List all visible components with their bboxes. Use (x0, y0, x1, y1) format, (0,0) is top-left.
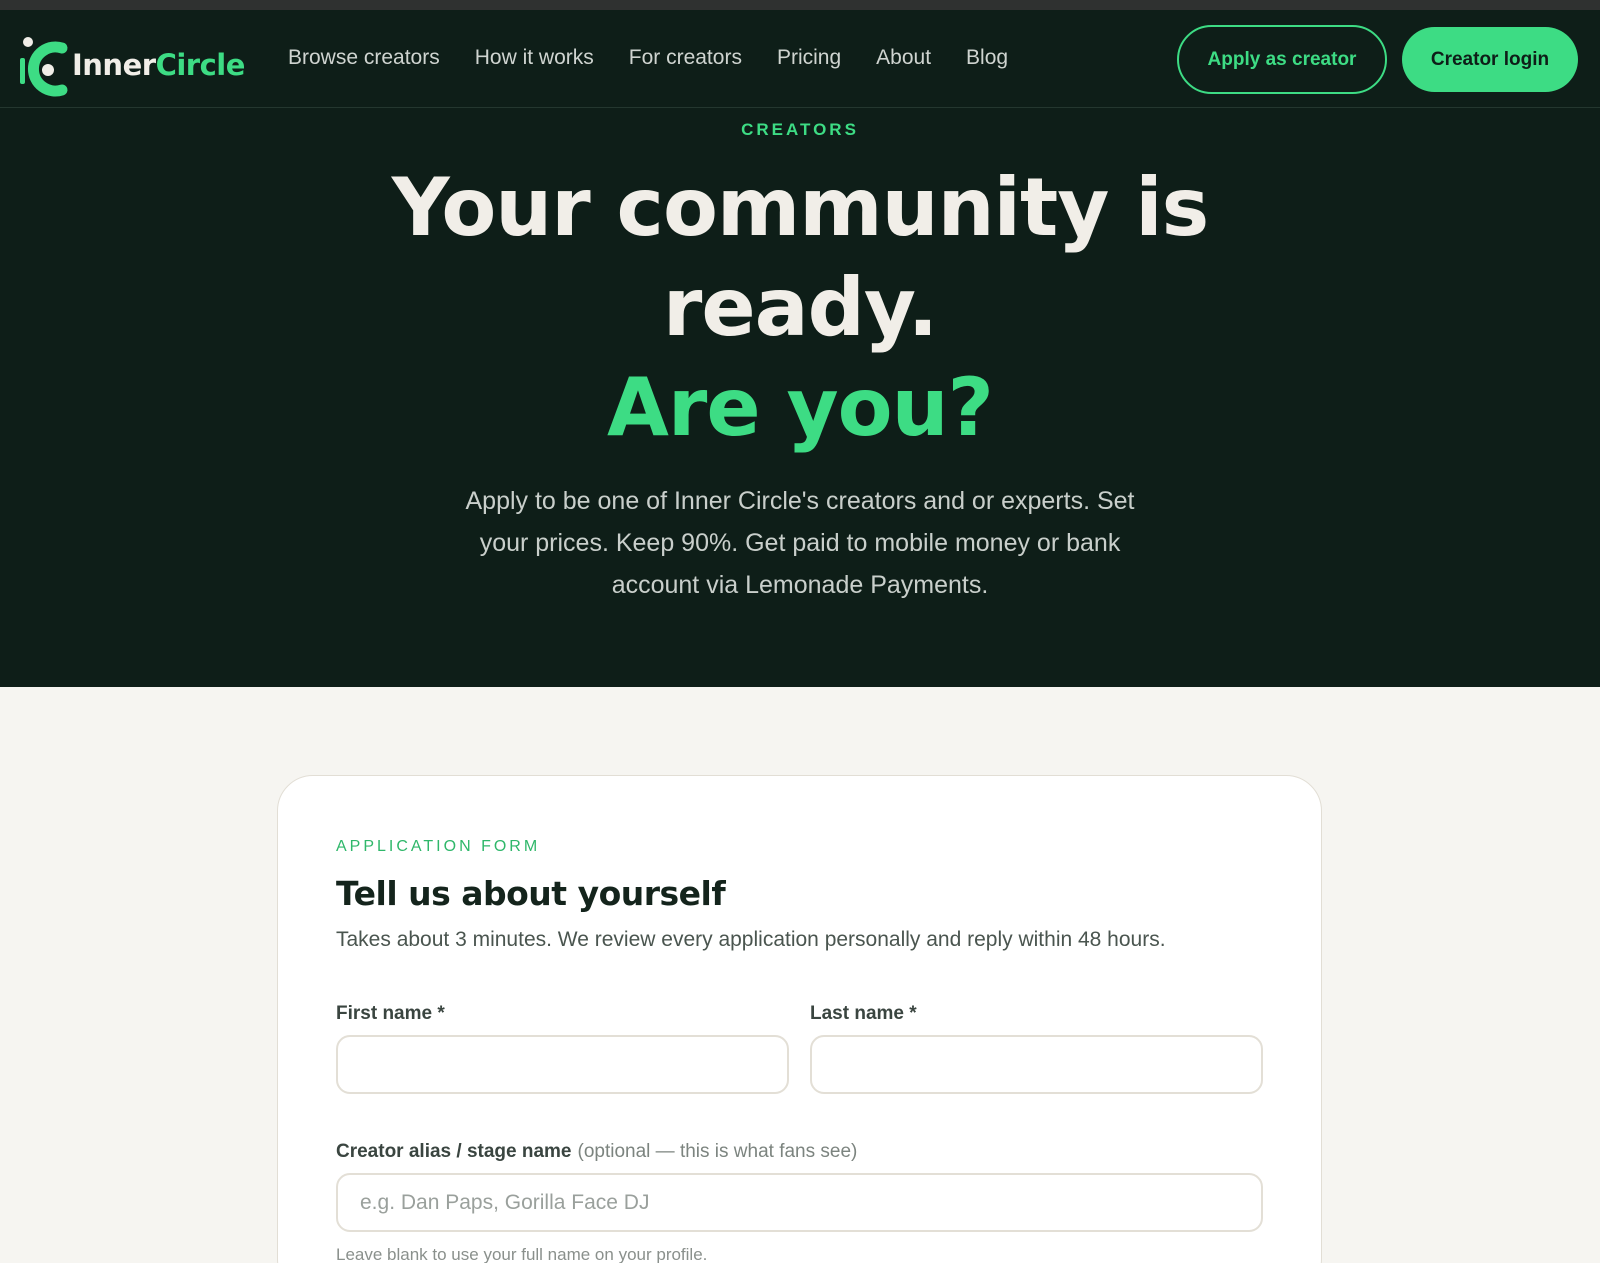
alias-label-row: Creator alias / stage name (optional — th… (336, 1141, 857, 1163)
form-subtitle: Takes about 3 minutes. We review every a… (336, 928, 1166, 951)
alias-hint: (optional — this is what fans see) (577, 1141, 858, 1162)
nav-about[interactable]: About (876, 46, 931, 70)
main-nav: Browse creators How it works For creator… (288, 46, 1043, 70)
hero-title-accent: Are you? (607, 361, 994, 454)
first-name-label: First name * (336, 1003, 445, 1024)
nav-how-it-works[interactable]: How it works (475, 46, 594, 70)
first-name-field[interactable] (336, 1035, 789, 1094)
hero-title-line1: Your community is (391, 161, 1210, 254)
hero-title: Your community is ready. (0, 158, 1600, 358)
nav-blog[interactable]: Blog (966, 46, 1008, 70)
apply-as-creator-button[interactable]: Apply as creator (1177, 25, 1387, 94)
browser-top-strip (0, 0, 1600, 10)
hero-subtitle: Apply to be one of Inner Circle's creato… (465, 487, 1135, 599)
hero-title-line2: ready. (662, 261, 938, 354)
logo-word-circle: Circle (155, 48, 246, 82)
logo[interactable]: InnerCircle (18, 28, 248, 98)
hero-section: CREATORS Your community is ready. Are yo… (0, 108, 1600, 687)
nav-pricing[interactable]: Pricing (777, 46, 841, 70)
creator-login-button[interactable]: Creator login (1402, 27, 1578, 92)
logo-wordmark: InnerCircle (72, 48, 245, 82)
logo-mark-icon (20, 37, 68, 97)
logo-word-inner: Inner (72, 48, 156, 82)
form-eyebrow: APPLICATION FORM (336, 838, 541, 855)
form-title: Tell us about yourself (336, 874, 726, 913)
hero-eyebrow: CREATORS (741, 120, 859, 139)
last-name-label: Last name * (810, 1003, 917, 1024)
application-form-card: APPLICATION FORM Tell us about yourself … (277, 775, 1322, 1263)
alias-field[interactable] (336, 1173, 1263, 1232)
site-header: InnerCircle Browse creators How it works… (0, 10, 1600, 108)
nav-for-creators[interactable]: For creators (629, 46, 742, 70)
alias-label: Creator alias / stage name (336, 1141, 572, 1162)
nav-browse-creators[interactable]: Browse creators (288, 46, 440, 70)
alias-help-text: Leave blank to use your full name on you… (336, 1245, 708, 1263)
last-name-field[interactable] (810, 1035, 1263, 1094)
